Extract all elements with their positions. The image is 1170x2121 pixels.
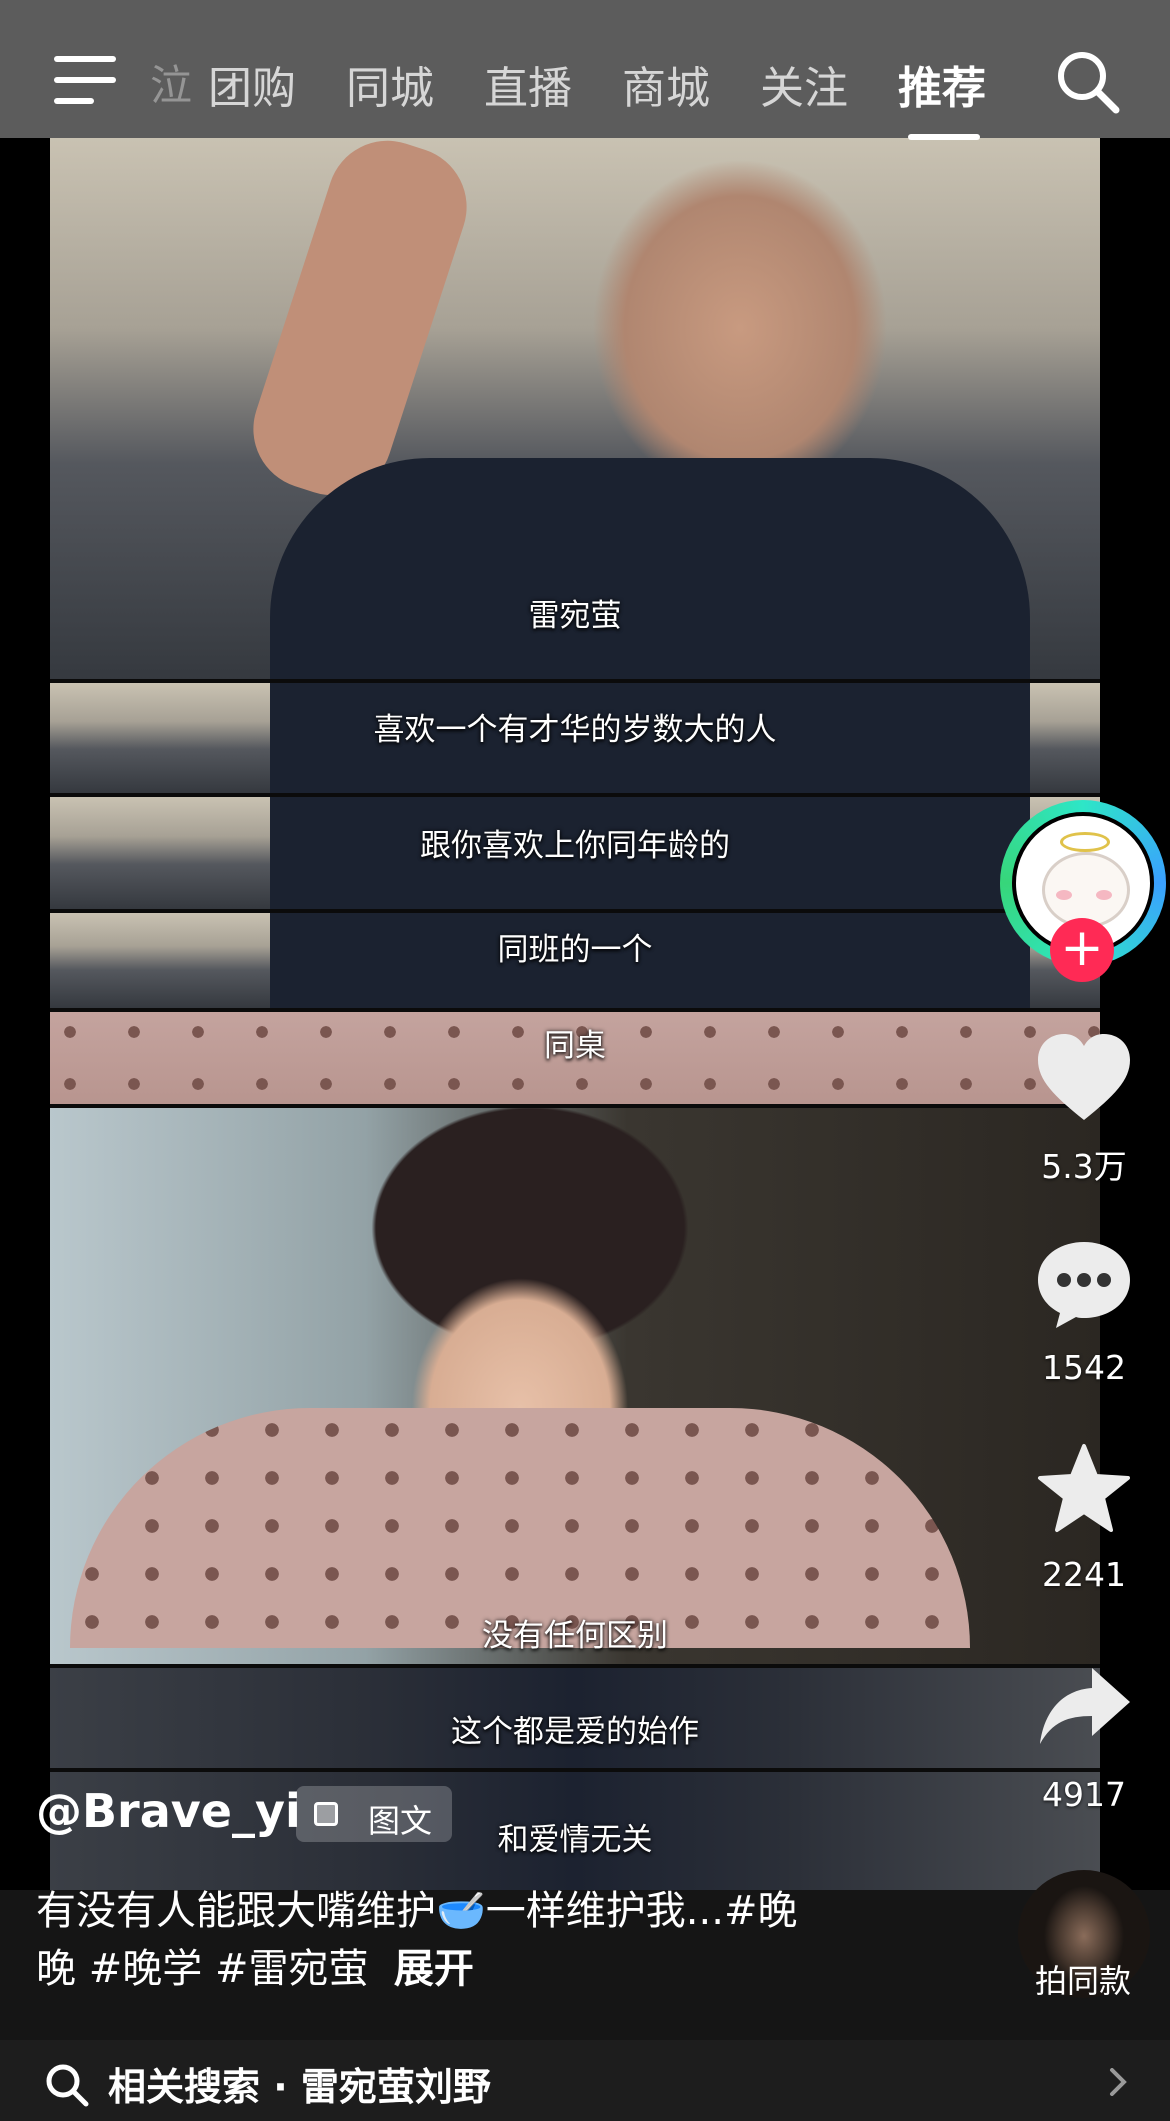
favorite-count: 2241 bbox=[1042, 1555, 1126, 1594]
video-frame-woman bbox=[50, 1108, 1100, 1664]
subtitle-line: 这个都是爱的始作 bbox=[451, 1714, 699, 1750]
follow-button[interactable]: + bbox=[1050, 918, 1114, 982]
post-caption: 有没有人能跟大嘴维护🥣一样维护我...#晚 晚 #晚学 #雷宛萤 展开 bbox=[36, 1882, 896, 1998]
tab-following[interactable]: 关注 bbox=[760, 52, 848, 116]
caption-line: 有没有人能跟大嘴维护🥣一样维护我...#晚 bbox=[36, 1888, 798, 1934]
video-player[interactable]: 雷宛萤 喜欢一个有才华的岁数大的人 跟你喜欢上你同年龄的 同班的一个 同桌 没有… bbox=[50, 138, 1100, 1890]
like-count: 5.3万 bbox=[1041, 1147, 1127, 1186]
like-icon[interactable] bbox=[1034, 1030, 1134, 1126]
search-icon bbox=[46, 2064, 89, 2107]
comment-icon[interactable] bbox=[1034, 1236, 1134, 1332]
share-count: 4917 bbox=[1042, 1775, 1126, 1814]
menu-icon[interactable] bbox=[54, 56, 116, 104]
subtitle-line: 跟你喜欢上你同年龄的 bbox=[420, 828, 730, 864]
chevron-right-icon bbox=[1110, 2068, 1127, 2096]
subtitle-line: 雷宛萤 bbox=[528, 598, 622, 634]
tab-partial[interactable]: 泣 bbox=[150, 52, 192, 113]
subtitle-line: 喜欢一个有才华的岁数大的人 bbox=[373, 712, 777, 748]
related-search-label: 相关搜索 · 雷宛萤刘野 bbox=[108, 2065, 491, 2109]
subtitle-line: 同班的一个 bbox=[497, 932, 653, 968]
tab-mall[interactable]: 商城 bbox=[622, 52, 710, 116]
search-icon[interactable] bbox=[1054, 48, 1120, 114]
post-type-badge: 图文 bbox=[296, 1786, 452, 1842]
comment-count: 1542 bbox=[1042, 1348, 1126, 1387]
related-search-bar[interactable]: 相关搜索 · 雷宛萤刘野 bbox=[0, 2040, 1170, 2121]
image-text-icon bbox=[314, 1802, 338, 1826]
subtitle-line: 同桌 bbox=[544, 1028, 606, 1064]
tab-local[interactable]: 同城 bbox=[346, 52, 434, 116]
author-name[interactable]: @Brave_yi bbox=[36, 1784, 301, 1838]
subtitle-line: 没有任何区别 bbox=[482, 1618, 668, 1654]
favorite-star-icon[interactable] bbox=[1034, 1442, 1134, 1538]
tab-group-buy[interactable]: 团购 bbox=[208, 52, 296, 116]
caption-line: 晚 #晚学 #雷宛萤 bbox=[36, 1946, 369, 1992]
tab-live[interactable]: 直播 bbox=[484, 52, 572, 116]
active-tab-indicator bbox=[908, 134, 980, 140]
share-arrow-icon[interactable] bbox=[1034, 1660, 1134, 1756]
same-style-label[interactable]: 拍同款 bbox=[1000, 1956, 1166, 2002]
top-nav: 泣 团购 同城 直播 商城 关注 推荐 bbox=[0, 0, 1170, 140]
expand-button[interactable]: 展开 bbox=[394, 1946, 474, 1992]
tab-recommended[interactable]: 推荐 bbox=[898, 52, 986, 116]
